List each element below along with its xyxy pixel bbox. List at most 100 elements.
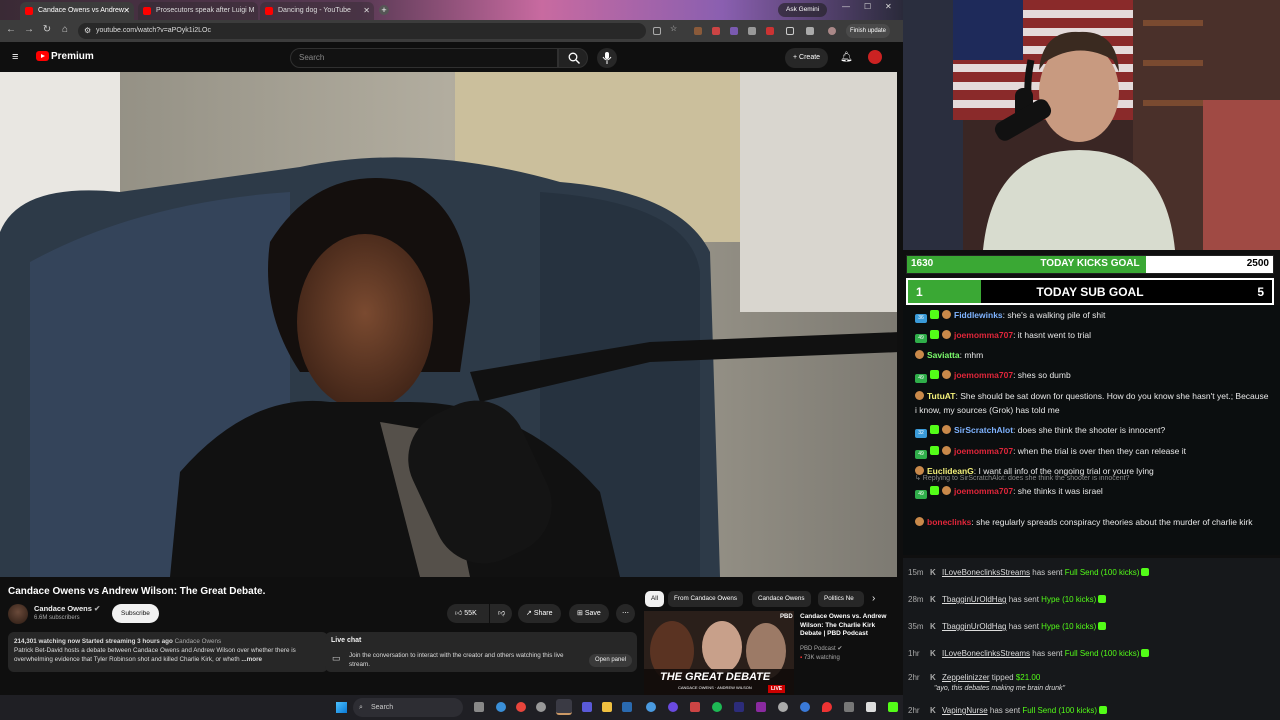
event-user[interactable]: TbagginUrOldHag <box>942 622 1006 631</box>
extension-icon[interactable] <box>766 27 774 35</box>
close-window-icon[interactable]: ✕ <box>885 2 892 11</box>
dislike-button[interactable]: 👎︎ <box>490 604 512 623</box>
finish-update-button[interactable]: Finish update <box>846 24 891 38</box>
app-icon[interactable] <box>866 702 876 712</box>
event-user[interactable]: ILoveBoneclinksStreams <box>942 568 1030 577</box>
tab-dancing-dog[interactable]: Dancing dog - YouTube ✕ <box>260 2 374 20</box>
notifications-bell-icon[interactable]: 🔔︎ <box>840 52 853 63</box>
steam-icon[interactable] <box>622 702 632 712</box>
app-icon[interactable] <box>690 702 700 712</box>
chrome-icon[interactable] <box>516 702 526 712</box>
maximize-icon[interactable]: ☐ <box>864 2 871 11</box>
minimize-icon[interactable]: — <box>842 2 850 11</box>
profile-avatar-icon[interactable] <box>828 27 836 35</box>
start-icon[interactable] <box>336 702 347 713</box>
chat-username[interactable]: Fiddlewinks <box>954 310 1003 320</box>
address-bar[interactable]: ⚙ youtube.com/watch?v=aPOyk1i2LOc <box>78 23 646 39</box>
emote-badge-icon <box>942 486 951 495</box>
subscribe-button[interactable]: Subscribe <box>112 604 159 623</box>
extension-icon[interactable] <box>748 27 756 35</box>
description-box[interactable]: 214,301 watching now Started streaming 3… <box>8 632 328 672</box>
new-tab-icon[interactable]: + <box>379 5 389 15</box>
account-avatar[interactable] <box>868 50 882 64</box>
like-button[interactable]: 👍︎ 55K <box>447 604 489 623</box>
active-app-icon[interactable] <box>556 699 572 715</box>
app-icon[interactable] <box>734 702 744 712</box>
chat-username[interactable]: SirScratchAlot <box>954 425 1013 435</box>
chat-username[interactable]: TutuAT <box>927 391 955 401</box>
close-tab-icon[interactable]: ✕ <box>123 2 130 20</box>
back-icon[interactable]: ← <box>4 24 18 35</box>
app-icon[interactable] <box>536 702 546 712</box>
taskbar-search[interactable]: ⌕ Search <box>353 698 463 717</box>
event-user[interactable]: Zeppelinizzer <box>942 673 990 682</box>
app-icon[interactable] <box>778 702 788 712</box>
chip-all[interactable]: All <box>645 591 664 607</box>
extension-icon[interactable] <box>730 27 738 35</box>
app-icon[interactable] <box>582 702 592 712</box>
gift-badge-icon <box>930 486 939 495</box>
home-icon[interactable]: ⌂ <box>58 24 72 35</box>
forward-icon[interactable]: → <box>22 24 36 35</box>
site-info-icon[interactable]: ⚙ <box>84 23 91 39</box>
kick-logo-icon: K <box>930 622 936 631</box>
subscriber-badge-icon: 49 <box>915 374 927 383</box>
sidepanel-icon[interactable] <box>806 27 814 35</box>
more-actions-button[interactable]: ⋯ <box>616 604 635 623</box>
search-button[interactable] <box>558 48 588 68</box>
chip-candace[interactable]: Candace Owens <box>752 591 811 607</box>
recommended-thumbnail[interactable]: THE GREAT DEBATE CANDACE OWENS · ANDREW … <box>644 611 794 695</box>
chat-username[interactable]: boneclinks <box>927 517 971 527</box>
event-user[interactable]: TbagginUrOldHag <box>942 595 1006 604</box>
chat-username[interactable]: joemomma707 <box>954 486 1013 496</box>
kicks-target: 2500 <box>1246 258 1269 269</box>
extensions-puzzle-icon[interactable] <box>786 27 794 35</box>
chevron-right-icon[interactable]: › <box>872 593 875 604</box>
tab-candace-owens[interactable]: Candace Owens vs Andrew ✕ <box>20 2 134 20</box>
tab-prosecutors[interactable]: Prosecutors speak after Luigi M <box>138 2 258 20</box>
menu-icon[interactable]: ≡ <box>12 51 18 63</box>
rec-title[interactable]: Candace Owens vs. Andrew Wilson: The Cha… <box>800 613 895 639</box>
channel-name[interactable]: Candace Owens ✔ <box>34 604 100 613</box>
chat-username[interactable]: Saviatta <box>927 350 960 360</box>
video-player[interactable] <box>0 72 897 577</box>
youtube-favicon-icon <box>265 7 273 15</box>
extension-icon[interactable] <box>712 27 720 35</box>
create-button[interactable]: + Create <box>785 48 829 68</box>
app-icon[interactable] <box>844 702 854 712</box>
youtube-premium-logo[interactable]: Premium <box>36 51 94 62</box>
chat-username[interactable]: joemomma707 <box>954 330 1013 340</box>
rec-channel[interactable]: PBD Podcast ✔ <box>800 645 842 652</box>
event-user[interactable]: ILoveBoneclinksStreams <box>942 649 1030 658</box>
chip-from-candace[interactable]: From Candace Owens <box>668 591 743 607</box>
voice-search-button[interactable] <box>597 48 617 68</box>
bookmark-star-icon[interactable]: ☆ <box>670 24 678 33</box>
save-button[interactable]: ⊞ Save <box>569 604 609 623</box>
file-explorer-icon[interactable] <box>602 702 612 712</box>
gift-badge-icon <box>930 425 939 434</box>
open-panel-button[interactable]: Open panel <box>589 654 633 667</box>
app-icon[interactable] <box>800 702 810 712</box>
extension-icon[interactable] <box>694 27 702 35</box>
edge-icon[interactable] <box>496 702 506 712</box>
chat-username[interactable]: joemomma707 <box>954 370 1013 380</box>
app-icon[interactable] <box>646 702 656 712</box>
channel-avatar[interactable] <box>8 604 28 624</box>
chip-politics[interactable]: Politics Ne <box>818 591 864 607</box>
chat-username[interactable]: joemomma707 <box>954 446 1013 456</box>
search-input[interactable]: Search <box>290 48 558 68</box>
premiere-icon[interactable] <box>756 702 766 712</box>
event-user[interactable]: VapingNurse <box>942 706 988 715</box>
share-button[interactable]: ↗ Share <box>518 604 561 623</box>
task-view-icon[interactable] <box>474 702 484 712</box>
kick-icon[interactable] <box>888 702 898 712</box>
chat-message: TutuAT: She should be sat down for quest… <box>915 389 1270 417</box>
ask-gemini-button[interactable]: Ask Gemini <box>778 3 828 17</box>
desc-more-link[interactable]: ...more <box>241 656 262 663</box>
app-icon[interactable] <box>668 702 678 712</box>
close-tab-icon[interactable]: ✕ <box>363 2 370 20</box>
install-icon[interactable] <box>653 27 661 35</box>
reload-icon[interactable]: ↻ <box>40 24 54 35</box>
spotify-icon[interactable] <box>712 702 722 712</box>
maps-icon[interactable] <box>822 702 832 712</box>
